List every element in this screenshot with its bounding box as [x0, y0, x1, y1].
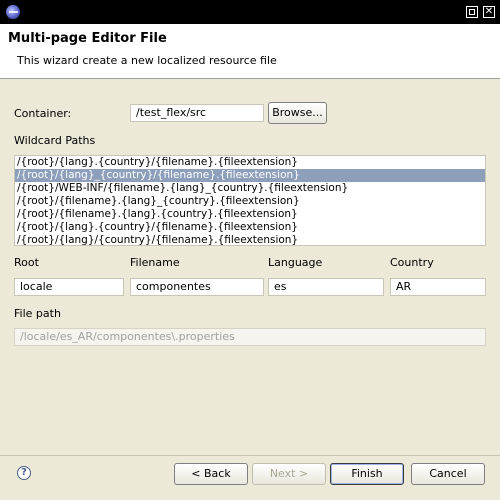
list-item[interactable]: /{root}/{filename}.{lang}.{country}.{fil… — [15, 208, 485, 221]
language-label: Language — [268, 256, 323, 269]
maximize-icon[interactable] — [466, 6, 478, 18]
wildcard-paths-label: Wildcard Paths — [14, 134, 96, 147]
finish-button[interactable]: Finish — [330, 463, 404, 485]
wizard-description: This wizard create a new localized resou… — [17, 54, 277, 67]
list-item[interactable]: /{root}/{lang}/{country}/{filename}.{fil… — [15, 234, 485, 245]
list-item[interactable]: /{root}/{lang}.{country}/{filename}.{fil… — [15, 156, 485, 169]
browse-button[interactable]: Browse... — [268, 102, 327, 124]
back-button[interactable]: < Back — [174, 463, 248, 485]
wildcard-paths-list[interactable]: /{root}/{lang}.{country}/{filename}.{fil… — [14, 155, 486, 246]
file-path-label: File path — [14, 307, 61, 320]
list-item[interactable]: /{root}/{lang}.{country}/{filename}.{fil… — [15, 221, 485, 234]
root-input[interactable]: locale — [14, 278, 124, 296]
help-icon[interactable]: ? — [17, 466, 31, 480]
container-input[interactable]: /test_flex/src — [130, 104, 264, 122]
root-label: Root — [14, 256, 39, 269]
next-button[interactable]: Next > — [252, 463, 326, 485]
cancel-button[interactable]: Cancel — [411, 463, 485, 485]
wizard-title: Multi-page Editor File — [8, 31, 167, 46]
list-item[interactable]: /{root}/{filename}.{lang}_{country}.{fil… — [15, 195, 485, 208]
container-label: Container: — [14, 107, 72, 120]
language-input[interactable]: es — [268, 278, 384, 296]
eclipse-icon — [6, 5, 20, 19]
title-bar: ✕ — [0, 0, 500, 24]
country-label: Country — [390, 256, 434, 269]
close-icon[interactable]: ✕ — [483, 6, 495, 18]
button-bar-separator — [0, 455, 500, 456]
list-item-selected[interactable]: /{root}/{lang}_{country}/{filename}.{fil… — [15, 169, 485, 182]
filename-label: Filename — [130, 256, 180, 269]
filename-input[interactable]: componentes — [130, 278, 264, 296]
list-item[interactable]: /{root}/WEB-INF/{filename}.{lang}_{count… — [15, 182, 485, 195]
file-path-field: /locale/es_AR/componentes\.properties — [14, 328, 486, 346]
country-input[interactable]: AR — [390, 278, 486, 296]
wizard-header: Multi-page Editor File This wizard creat… — [0, 24, 500, 79]
